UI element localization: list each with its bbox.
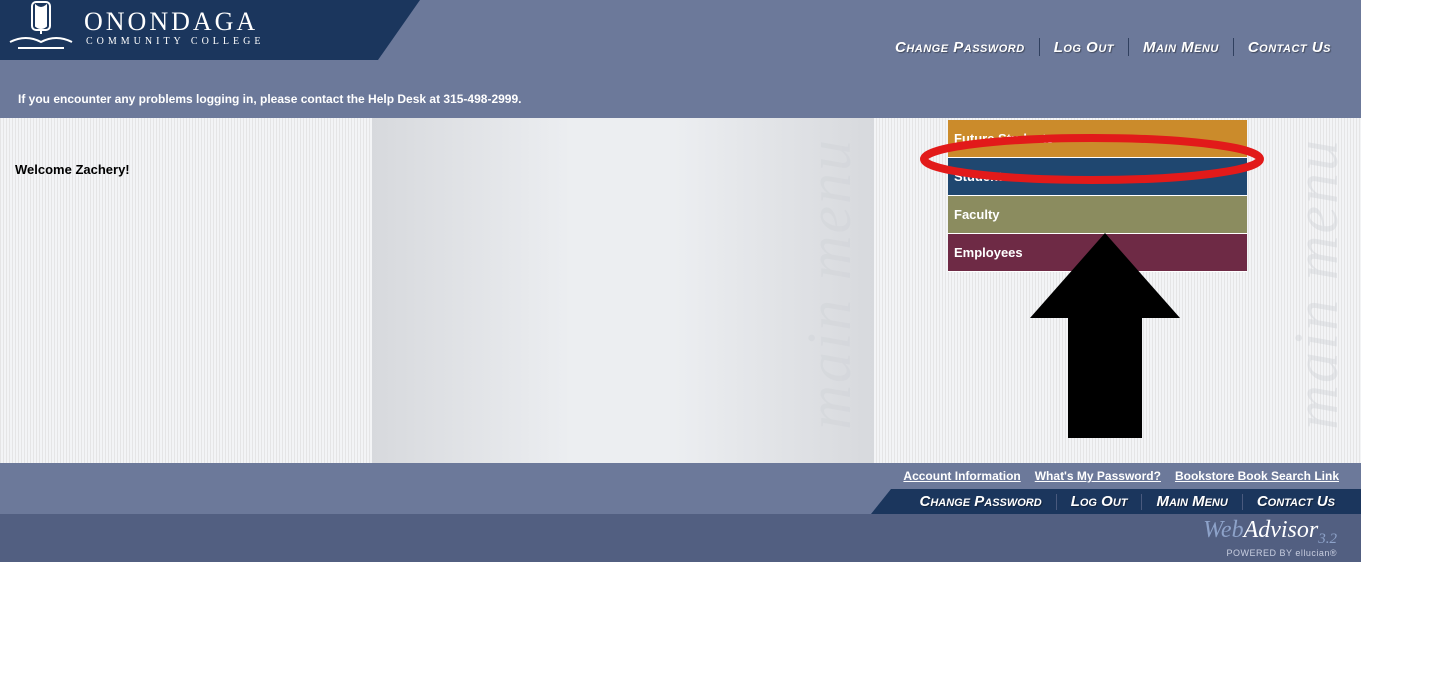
footer-nav-log-out[interactable]: Log Out (1057, 493, 1142, 510)
footer-nav-change-password[interactable]: Change Password (906, 493, 1056, 510)
nav-change-password[interactable]: Change Password (881, 39, 1039, 56)
header-bar: ONONDAGA COMMUNITY COLLEGE Change Passwo… (0, 0, 1361, 60)
footer-links-row: Account Information What's My Password? … (0, 463, 1361, 489)
top-nav: Change Password Log Out Main Menu Contac… (881, 38, 1345, 56)
center-column-bg: main menu (372, 118, 874, 463)
footer-brand: WebAdvisor3.2 POWERED BY ellucian® (0, 514, 1361, 562)
menu-students[interactable]: Students (948, 158, 1247, 196)
menu-faculty[interactable]: Faculty (948, 196, 1247, 234)
logo-title: ONONDAGA (84, 9, 264, 35)
footer-nav-row: Change Password Log Out Main Menu Contac… (0, 489, 1361, 514)
logo-subtitle: COMMUNITY COLLEGE (86, 37, 264, 47)
role-menu: Future Students Students Faculty Employe… (948, 120, 1247, 272)
college-logo: ONONDAGA COMMUNITY COLLEGE (6, 0, 264, 56)
footer-nav-contact-us[interactable]: Contact Us (1243, 493, 1349, 510)
help-text: If you encounter any problems logging in… (18, 92, 521, 106)
help-strip: If you encounter any problems logging in… (0, 60, 1361, 118)
link-account-information[interactable]: Account Information (903, 469, 1020, 483)
footer-nav: Change Password Log Out Main Menu Contac… (906, 489, 1349, 514)
main-area: main menu main menu Welcome Zachery! Fut… (0, 118, 1361, 463)
link-bookstore-search[interactable]: Bookstore Book Search Link (1175, 469, 1339, 483)
nav-log-out[interactable]: Log Out (1040, 39, 1128, 56)
menu-employees[interactable]: Employees (948, 234, 1247, 272)
nav-contact-us[interactable]: Contact Us (1234, 39, 1345, 56)
brand-powered-by: POWERED BY ellucian® (1203, 549, 1337, 558)
welcome-message: Welcome Zachery! (15, 162, 130, 177)
footer-nav-main-menu[interactable]: Main Menu (1142, 493, 1241, 510)
webadvisor-logo: WebAdvisor3.2 POWERED BY ellucian® (1203, 518, 1337, 558)
logo-shield-icon (6, 0, 76, 56)
nav-main-menu[interactable]: Main Menu (1129, 39, 1233, 56)
brand-advisor: Advisor (1244, 517, 1319, 543)
watermark-text: main menu (795, 138, 866, 430)
link-whats-my-password[interactable]: What's My Password? (1035, 469, 1161, 483)
brand-version: 3.2 (1318, 531, 1337, 547)
page: ONONDAGA COMMUNITY COLLEGE Change Passwo… (0, 0, 1361, 562)
watermark-text: main menu (1282, 138, 1353, 430)
brand-web: Web (1203, 517, 1243, 543)
menu-future-students[interactable]: Future Students (948, 120, 1247, 158)
